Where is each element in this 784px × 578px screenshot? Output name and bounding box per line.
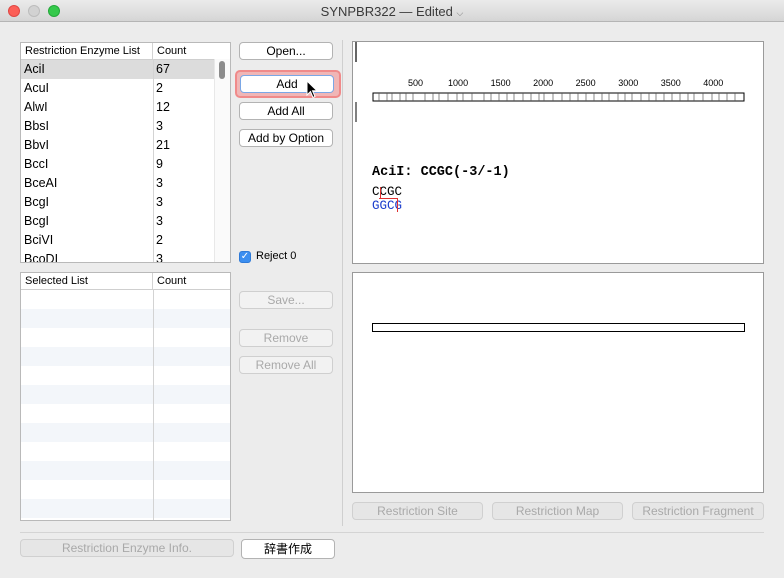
table-row[interactable]: BciVI 2: [21, 231, 230, 250]
tick-label: 1000: [448, 78, 468, 88]
table-row[interactable]: BbvI 21: [21, 136, 230, 155]
tick-label: 3500: [661, 78, 681, 88]
enzyme-count-column-header[interactable]: Count: [153, 43, 215, 59]
enzyme-table-header: Restriction Enzyme List Count: [21, 43, 230, 60]
top-strand: CCGC: [372, 185, 403, 199]
open-button[interactable]: Open...: [239, 42, 333, 60]
enzyme-count-cell: 3: [156, 214, 163, 228]
enzyme-count-cell: 21: [156, 138, 170, 152]
list-item[interactable]: [21, 499, 230, 518]
table-row[interactable]: AcuI 2: [21, 79, 230, 98]
add-by-option-button[interactable]: Add by Option: [239, 129, 333, 147]
tick-label: 500: [408, 78, 423, 88]
enzyme-name-cell: BciVI: [24, 233, 54, 247]
scrollbar-knob[interactable]: [219, 61, 225, 79]
enzyme-name-cell: BceAI: [24, 176, 58, 190]
restriction-map-canvas: 500 1000 1500 2000 2500 3000 3500 4000: [355, 42, 745, 122]
selected-table-header: Selected List Count: [21, 273, 230, 290]
enzyme-rows: AciI 67 AcuI 2 AlwI 12 BbsI 3 BbvI 21 BccI 9 BceAI 3 B…: [21, 60, 230, 263]
enzyme-name-cell: AciI: [24, 62, 45, 76]
enzyme-name-column-header[interactable]: Restriction Enzyme List: [21, 43, 153, 59]
selected-name-column-header[interactable]: Selected List: [21, 273, 153, 289]
enzyme-name-cell: BcoDI: [24, 252, 59, 263]
restriction-map-button[interactable]: Restriction Map: [492, 502, 623, 520]
list-item[interactable]: [21, 309, 230, 328]
restriction-map-panel[interactable]: 500 1000 1500 2000 2500 3000 3500 4000 AciI: CC…: [352, 41, 764, 264]
add-all-button[interactable]: Add All: [239, 102, 333, 120]
bottom-cut-mark: [397, 198, 398, 212]
enzyme-name-cell: BcgI: [24, 214, 50, 228]
enzyme-name-cell: AlwI: [24, 100, 48, 114]
list-item[interactable]: [21, 290, 230, 309]
tick-label: 4000: [703, 78, 723, 88]
restriction-enzyme-info-button[interactable]: Restriction Enzyme Info.: [20, 539, 234, 557]
bottom-separator: [20, 532, 764, 533]
remove-all-button[interactable]: Remove All: [239, 356, 333, 374]
site-description: AciI: CCGC(-3/-1): [372, 165, 510, 180]
reject-label[interactable]: Reject 0: [256, 250, 296, 262]
enzyme-count-cell: 3: [156, 119, 163, 133]
window-title[interactable]: SYNPBR322 — Edited ⌵: [0, 4, 784, 19]
restriction-site-button[interactable]: Restriction Site: [352, 502, 483, 520]
enzyme-list-scrollbar[interactable]: [214, 59, 230, 262]
list-item[interactable]: [21, 442, 230, 461]
title-bar: SYNPBR322 — Edited ⌵: [0, 0, 784, 22]
mouse-cursor-icon: [306, 80, 319, 99]
list-item[interactable]: [21, 347, 230, 366]
table-row[interactable]: BcgI 3: [21, 212, 230, 231]
list-item[interactable]: [21, 328, 230, 347]
list-item[interactable]: [21, 423, 230, 442]
enzyme-count-cell: 12: [156, 100, 170, 114]
tick-label: 2000: [533, 78, 553, 88]
enzyme-count-cell: 3: [156, 176, 163, 190]
remove-button[interactable]: Remove: [239, 329, 333, 347]
enzyme-name-cell: BbvI: [24, 138, 50, 152]
fragment-panel[interactable]: [352, 272, 764, 493]
tick-label: 2500: [576, 78, 596, 88]
list-item[interactable]: [21, 385, 230, 404]
tick-label: 1500: [491, 78, 511, 88]
selected-list-table[interactable]: Selected List Count: [20, 272, 231, 521]
vertical-separator: [342, 40, 343, 526]
enzyme-list-table[interactable]: Restriction Enzyme List Count AciI 67 AcuI…: [20, 42, 231, 263]
table-row[interactable]: BcoDI 3: [21, 250, 230, 263]
restriction-fragment-button[interactable]: Restriction Fragment: [632, 502, 764, 520]
dictionary-create-button[interactable]: 辞書作成: [241, 539, 335, 559]
table-row[interactable]: AciI 67: [21, 60, 230, 79]
enzyme-name-cell: BcgI: [24, 195, 50, 209]
table-row[interactable]: BbsI 3: [21, 117, 230, 136]
list-item[interactable]: [21, 404, 230, 423]
enzyme-name-cell: BbsI: [24, 119, 50, 133]
column-divider: [153, 59, 154, 262]
enzyme-count-cell: 9: [156, 157, 163, 171]
cut-connector: [379, 198, 398, 199]
table-row[interactable]: BceAI 3: [21, 174, 230, 193]
enzyme-count-cell: 3: [156, 252, 163, 263]
enzyme-count-cell: 2: [156, 81, 163, 95]
list-item[interactable]: [21, 480, 230, 499]
enzyme-name-cell: AcuI: [24, 81, 50, 95]
enzyme-count-cell: 2: [156, 233, 163, 247]
table-row[interactable]: BcgI 3: [21, 193, 230, 212]
chevron-down-icon: ⌵: [456, 8, 464, 18]
column-divider: [153, 289, 154, 520]
table-row[interactable]: AlwI 12: [21, 98, 230, 117]
list-item[interactable]: [21, 366, 230, 385]
reject-checkbox[interactable]: ✓: [239, 251, 251, 263]
selected-count-column-header[interactable]: Count: [153, 273, 215, 289]
checkmark-icon: ✓: [240, 251, 250, 262]
tick-label: 3000: [618, 78, 638, 88]
save-button[interactable]: Save...: [239, 291, 333, 309]
enzyme-count-cell: 3: [156, 195, 163, 209]
list-item[interactable]: [21, 461, 230, 480]
fragment-bar[interactable]: [372, 323, 745, 332]
selected-rows: [21, 290, 230, 518]
table-row[interactable]: BccI 9: [21, 155, 230, 174]
enzyme-name-cell: BccI: [24, 157, 49, 171]
enzyme-count-cell: 67: [156, 62, 170, 76]
